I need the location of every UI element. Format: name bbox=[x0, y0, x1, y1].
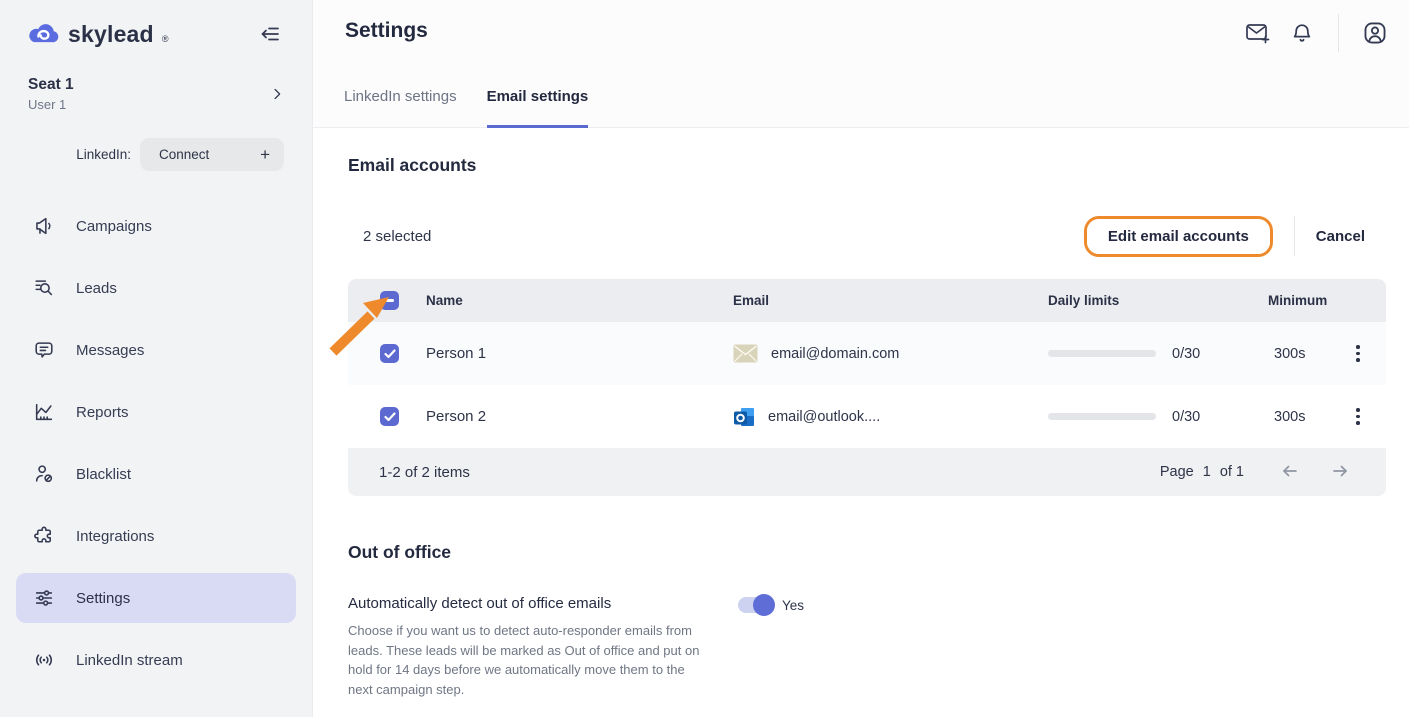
skylead-logo: skylead ® bbox=[26, 21, 168, 48]
selected-count: 2 selected bbox=[363, 228, 431, 245]
ooo-setting-description: Choose if you want us to detect auto-res… bbox=[348, 621, 706, 699]
sidebar-collapse-button[interactable] bbox=[254, 18, 288, 50]
table-row[interactable]: Person 2 email@outlook.... 0/30 300s bbox=[348, 385, 1386, 448]
column-header-name: Name bbox=[426, 293, 733, 308]
arrow-left-icon bbox=[1280, 462, 1300, 480]
outlook-icon bbox=[733, 406, 755, 428]
check-icon bbox=[384, 349, 396, 359]
email-settings-panel: Email accounts 2 selected Edit email acc… bbox=[313, 128, 1409, 699]
annotation-highlight-ring: Edit email accounts bbox=[1084, 216, 1273, 257]
previous-page-button[interactable] bbox=[1272, 458, 1308, 487]
app-window: skylead ® Seat 1 User 1 LinkedIn: Connec… bbox=[0, 0, 1409, 717]
toolbar-divider bbox=[1294, 216, 1295, 256]
daily-limit-value: 0/30 bbox=[1172, 346, 1200, 362]
sidebar-item-linkedin-stream[interactable]: LinkedIn stream bbox=[16, 635, 296, 685]
table-pagination: 1-2 of 2 items Page 1 of 1 bbox=[348, 448, 1386, 496]
page-number: 1 bbox=[1203, 464, 1211, 480]
edit-email-accounts-button[interactable]: Edit email accounts bbox=[1087, 219, 1270, 254]
minimum-value: 300s bbox=[1268, 409, 1344, 425]
ooo-setting-label: Automatically detect out of office email… bbox=[348, 595, 738, 612]
out-of-office-setting: Automatically detect out of office email… bbox=[348, 595, 1386, 699]
sidebar-item-blacklist[interactable]: Blacklist bbox=[16, 449, 296, 499]
sidebar-item-leads[interactable]: Leads bbox=[16, 263, 296, 313]
sliders-icon bbox=[33, 587, 55, 609]
compose-email-button[interactable] bbox=[1236, 13, 1280, 53]
seat-selector[interactable]: Seat 1 User 1 bbox=[28, 76, 286, 112]
minimum-value: 300s bbox=[1268, 346, 1344, 362]
puzzle-icon bbox=[33, 525, 55, 547]
linkedin-connect-button[interactable]: Connect + bbox=[140, 138, 284, 171]
chart-icon bbox=[33, 401, 55, 423]
daily-limit-progressbar bbox=[1048, 350, 1156, 357]
skylead-wordmark: skylead bbox=[68, 21, 154, 48]
tab-email-settings[interactable]: Email settings bbox=[487, 88, 589, 128]
page-title: Settings bbox=[345, 19, 428, 43]
sidebar-item-campaigns[interactable]: Campaigns bbox=[16, 201, 296, 251]
collapse-sidebar-icon bbox=[258, 22, 284, 46]
check-icon bbox=[384, 412, 396, 422]
skylead-cloud-icon bbox=[26, 21, 61, 47]
main-area: Settings LinkedIn settings Email setting… bbox=[313, 0, 1409, 717]
account-button[interactable] bbox=[1353, 13, 1397, 53]
bell-icon bbox=[1290, 21, 1314, 45]
cancel-button[interactable]: Cancel bbox=[1316, 228, 1386, 245]
topbar: Settings LinkedIn settings Email setting… bbox=[313, 0, 1409, 128]
account-email: email@outlook.... bbox=[768, 409, 880, 425]
column-header-minimum: Minimum bbox=[1268, 293, 1344, 308]
generic-envelope-icon bbox=[733, 344, 758, 363]
account-name: Person 1 bbox=[426, 345, 733, 362]
seat-title: Seat 1 bbox=[28, 76, 74, 94]
user-block-icon bbox=[33, 463, 55, 485]
notifications-button[interactable] bbox=[1280, 13, 1324, 53]
row-checkbox[interactable] bbox=[380, 407, 399, 426]
out-of-office-title: Out of office bbox=[348, 542, 1386, 563]
row-menu-button[interactable] bbox=[1344, 337, 1372, 369]
page-of-label: of 1 bbox=[1220, 464, 1244, 480]
email-accounts-title: Email accounts bbox=[348, 155, 1386, 176]
broadcast-icon bbox=[33, 649, 55, 671]
row-checkbox[interactable] bbox=[380, 344, 399, 363]
toggle-knob bbox=[753, 594, 775, 616]
linkedin-label: LinkedIn: bbox=[76, 147, 131, 162]
settings-tabs: LinkedIn settings Email settings bbox=[344, 88, 588, 128]
column-header-email: Email bbox=[733, 293, 1048, 308]
ooo-toggle[interactable] bbox=[738, 597, 772, 613]
ooo-toggle-state: Yes bbox=[782, 598, 804, 613]
daily-limit-value: 0/30 bbox=[1172, 409, 1200, 425]
select-all-checkbox[interactable] bbox=[380, 291, 399, 310]
email-accounts-table: Name Email Daily limits Minimum Person 1 bbox=[348, 279, 1386, 496]
page-label: Page bbox=[1160, 464, 1194, 480]
chat-bubble-icon bbox=[33, 339, 55, 361]
column-header-daily-limits: Daily limits bbox=[1048, 293, 1268, 308]
pagination-range: 1-2 of 2 items bbox=[379, 464, 470, 481]
arrow-right-icon bbox=[1330, 462, 1350, 480]
seat-subtitle: User 1 bbox=[28, 97, 74, 112]
sidebar-item-integrations[interactable]: Integrations bbox=[16, 511, 296, 561]
leads-search-icon bbox=[33, 277, 55, 299]
table-row[interactable]: Person 1 email@domain.com 0/30 300s bbox=[348, 322, 1386, 385]
account-name: Person 2 bbox=[426, 408, 733, 425]
row-menu-button[interactable] bbox=[1344, 400, 1372, 432]
sidebar-item-reports[interactable]: Reports bbox=[16, 387, 296, 437]
plus-icon: + bbox=[260, 145, 270, 165]
topbar-divider bbox=[1338, 14, 1339, 52]
selection-toolbar: 2 selected Edit email accounts Cancel bbox=[348, 215, 1386, 257]
sidebar: skylead ® Seat 1 User 1 LinkedIn: Connec… bbox=[0, 0, 313, 717]
megaphone-icon bbox=[33, 215, 55, 237]
tab-linkedin-settings[interactable]: LinkedIn settings bbox=[344, 88, 457, 128]
next-page-button[interactable] bbox=[1322, 458, 1358, 487]
table-header-row: Name Email Daily limits Minimum bbox=[348, 279, 1386, 322]
indeterminate-icon bbox=[385, 299, 394, 302]
sidebar-nav: Campaigns Leads Messages Reports bbox=[0, 201, 312, 685]
account-email: email@domain.com bbox=[771, 346, 899, 362]
envelope-plus-icon bbox=[1244, 20, 1272, 46]
sidebar-item-messages[interactable]: Messages bbox=[16, 325, 296, 375]
avatar-icon bbox=[1362, 20, 1388, 46]
chevron-right-icon bbox=[268, 85, 286, 103]
sidebar-item-settings[interactable]: Settings bbox=[16, 573, 296, 623]
daily-limit-progressbar bbox=[1048, 413, 1156, 420]
